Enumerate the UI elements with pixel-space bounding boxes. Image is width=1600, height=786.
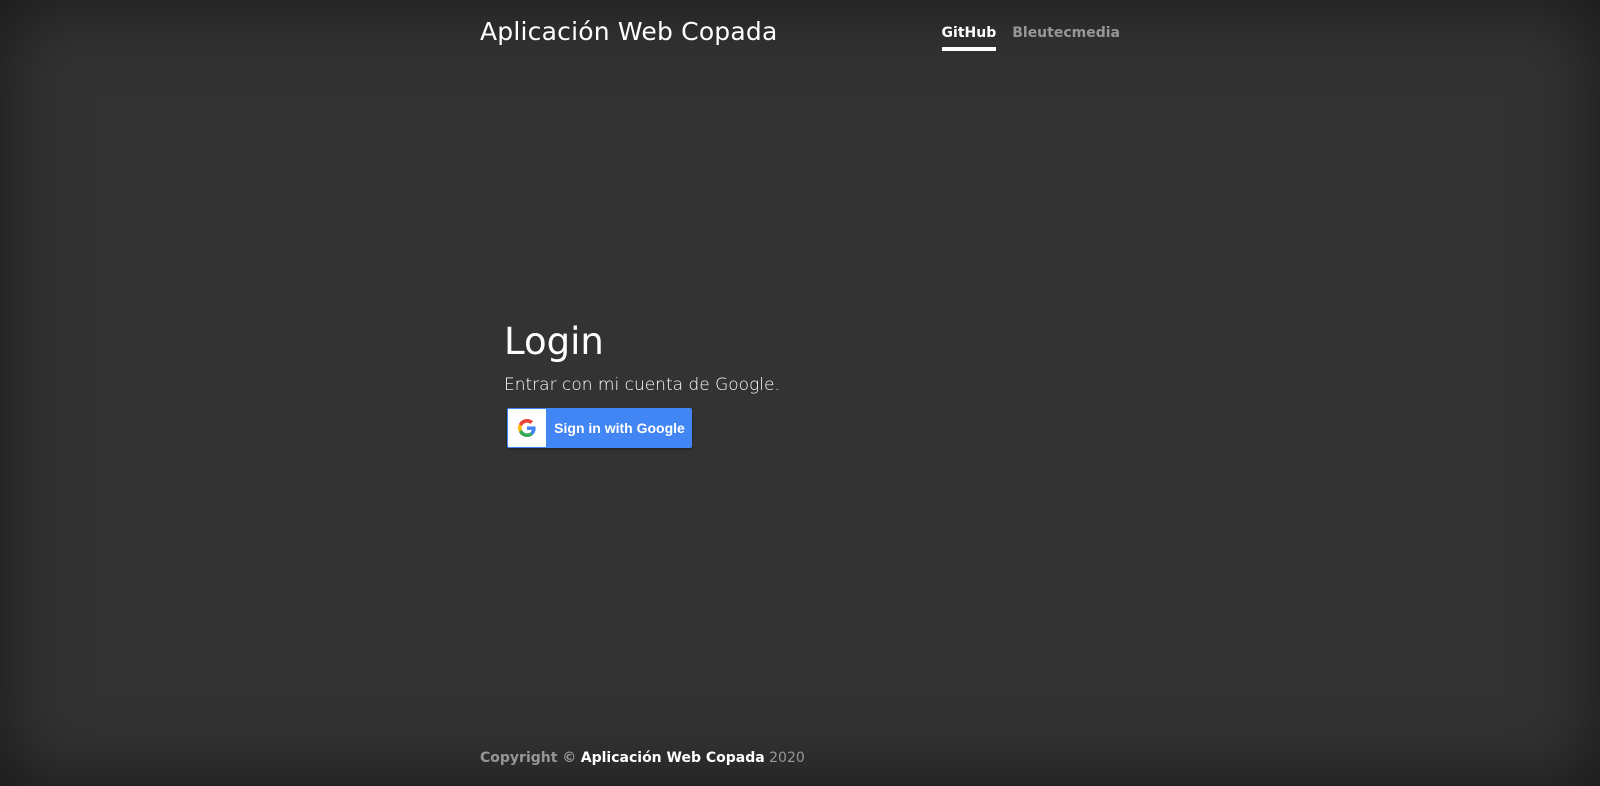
google-sign-in-label: Sign in with Google <box>554 419 685 436</box>
google-g-icon <box>518 418 536 437</box>
google-icon-container <box>508 408 546 447</box>
footer-app-name: Aplicación Web Copada <box>580 750 765 766</box>
nav-link-github[interactable]: GitHub <box>941 25 997 51</box>
footer: Copyright © Aplicación Web Copada 2020 <box>480 750 805 766</box>
google-sign-in-button[interactable]: Sign in with Google <box>507 407 692 448</box>
footer-year: 2020 <box>769 750 805 766</box>
site-brand: Aplicación Web Copada <box>480 17 778 46</box>
main-nav: GitHub Bleutecmedia <box>941 25 1120 51</box>
login-description: Entrar con mi cuenta de Google. <box>504 374 780 395</box>
page-title: Login <box>504 320 604 363</box>
footer-copyright: Copyright © <box>480 750 577 766</box>
login-section: Login Entrar con mi cuenta de Google. Si… <box>504 320 1104 448</box>
masthead: Aplicación Web Copada GitHub Bleutecmedi… <box>480 0 1120 60</box>
nav-link-bleutecmedia[interactable]: Bleutecmedia <box>1012 25 1120 51</box>
